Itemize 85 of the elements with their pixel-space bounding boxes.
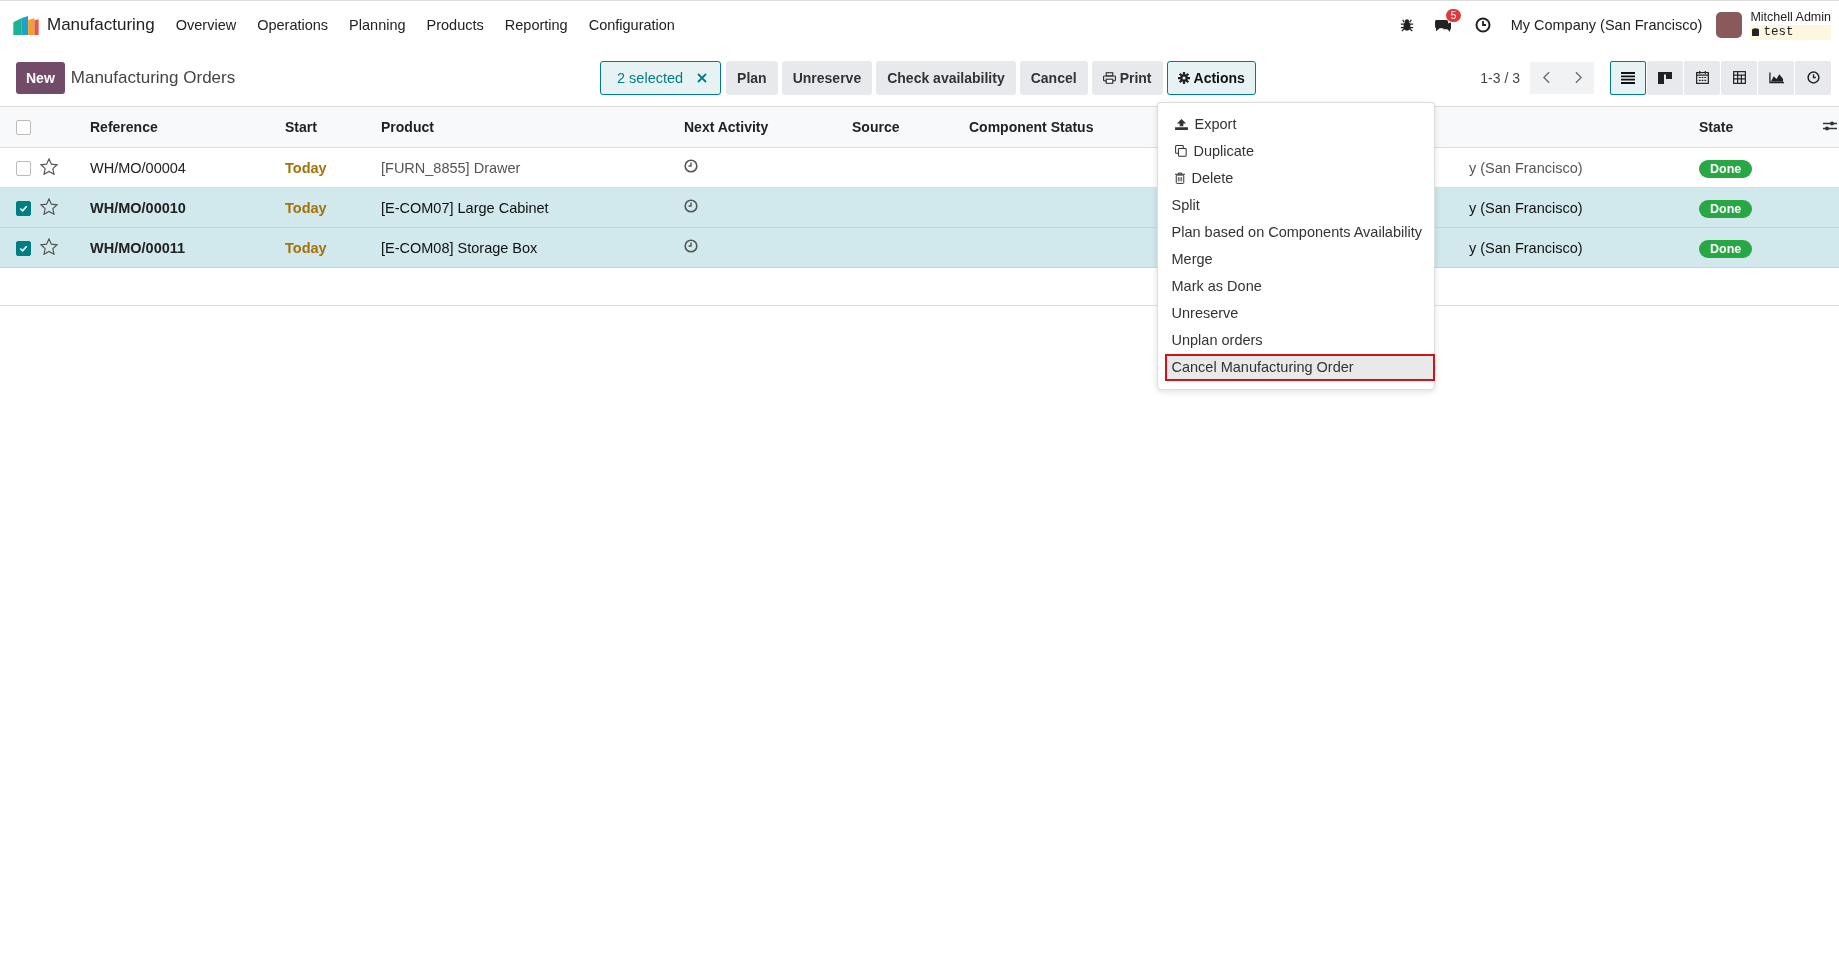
app-logo-icon[interactable] <box>13 15 39 35</box>
clock-icon[interactable] <box>684 159 698 173</box>
checkmark-icon <box>19 243 28 253</box>
table-cell: [E-COM07] Large Cabinet <box>381 199 549 216</box>
chevron-right-icon <box>1574 71 1582 84</box>
avatar[interactable] <box>1716 12 1743 38</box>
menu-item[interactable]: Delete <box>1157 164 1434 192</box>
column-settings-icon[interactable] <box>1823 120 1837 132</box>
table-cell: y (San Francisco) <box>1469 199 1583 216</box>
table-cell: y (San Francisco) <box>1469 239 1583 256</box>
nav-menu-item[interactable]: Planning <box>349 17 406 33</box>
menu-item[interactable]: Unplan orders <box>1157 326 1434 354</box>
status-badge: Done <box>1699 199 1753 218</box>
action-button[interactable]: Unreserve <box>781 60 873 95</box>
table-cell: [FURN_8855] Drawer <box>381 159 521 176</box>
star-icon[interactable] <box>40 157 58 175</box>
copy-icon <box>1174 145 1187 157</box>
action-button[interactable]: Check availability <box>876 60 1016 95</box>
table-cell: WH/MO/00011 <box>90 239 186 256</box>
database-icon <box>1752 28 1760 37</box>
company-switcher[interactable]: My Company (San Francisco) <box>1510 17 1703 33</box>
user-name[interactable]: Mitchell Admin <box>1750 10 1831 25</box>
pager-value[interactable]: 1-3 / 3 <box>1480 69 1520 86</box>
checkmark-icon <box>19 203 28 213</box>
menu-item[interactable]: Unreserve <box>1157 299 1434 327</box>
table-icon <box>1732 71 1746 84</box>
menu-item[interactable]: Mark as Done <box>1157 272 1434 300</box>
menu-item[interactable]: Cancel Manufacturing Order <box>1164 353 1435 381</box>
column-header[interactable]: Start <box>285 119 317 135</box>
chat-icon[interactable] <box>1433 17 1453 33</box>
clock-icon <box>1806 71 1820 84</box>
menu-item[interactable]: Export <box>1157 110 1434 138</box>
view-switch-button[interactable] <box>1610 60 1646 95</box>
row-checkbox[interactable] <box>16 240 31 256</box>
selection-count: 2 selected <box>617 69 684 86</box>
notification-badge: 5 <box>1445 8 1462 22</box>
new-button[interactable]: New <box>16 61 65 94</box>
printer-icon <box>1102 71 1116 84</box>
row-checkbox[interactable] <box>16 200 31 216</box>
menu-item[interactable]: Plan based on Components Availability <box>1157 218 1434 246</box>
table-cell: Today <box>285 159 327 176</box>
chevron-left-icon <box>1542 71 1550 84</box>
column-header[interactable]: Reference <box>90 119 158 135</box>
nav-menu-item[interactable]: Products <box>426 17 484 33</box>
area-chart-icon <box>1768 71 1784 84</box>
column-header[interactable]: Component Status <box>969 119 1094 135</box>
app-name[interactable]: Manufacturing <box>47 15 155 35</box>
gear-icon <box>1177 71 1190 84</box>
trash-icon <box>1174 172 1185 184</box>
column-header[interactable]: Source <box>852 119 900 135</box>
nav-menu-item[interactable]: Operations <box>257 17 329 33</box>
column-header[interactable]: State <box>1699 119 1734 135</box>
table-cell: Today <box>285 239 327 256</box>
menu-item[interactable]: Duplicate <box>1157 137 1434 165</box>
calendar-icon <box>1695 71 1709 84</box>
print-button[interactable]: Print <box>1091 60 1163 95</box>
nav-menu-item[interactable]: Overview <box>175 17 237 33</box>
column-header[interactable]: Product <box>381 119 434 135</box>
table-cell: WH/MO/00004 <box>90 159 186 176</box>
menu-item[interactable]: Merge <box>1157 245 1434 273</box>
status-badge: Done <box>1699 159 1753 178</box>
bug-icon[interactable] <box>1399 18 1414 32</box>
table-cell: WH/MO/00010 <box>90 199 186 216</box>
table-cell: y (San Francisco) <box>1469 159 1583 176</box>
nav-menu-item[interactable]: Configuration <box>588 17 675 33</box>
table-cell: Today <box>285 199 327 216</box>
clock-icon[interactable] <box>1474 17 1491 33</box>
row-checkbox[interactable] <box>16 160 31 176</box>
table-cell: [E-COM08] Storage Box <box>381 239 538 256</box>
close-icon[interactable] <box>697 72 708 83</box>
database-name: test <box>1763 25 1794 40</box>
select-all-checkbox[interactable] <box>16 120 31 136</box>
upload-icon <box>1174 118 1188 130</box>
actions-button[interactable]: Actions <box>1166 60 1256 95</box>
star-icon[interactable] <box>40 237 58 255</box>
selection-badge[interactable]: 2 selected <box>600 60 722 95</box>
star-icon[interactable] <box>40 197 58 215</box>
nav-menu-item[interactable]: Reporting <box>504 17 568 33</box>
page-title: Manufacturing Orders <box>70 67 236 88</box>
action-button[interactable]: Plan <box>726 60 778 95</box>
status-badge: Done <box>1699 239 1753 258</box>
kanban-icon <box>1658 71 1672 84</box>
column-header[interactable]: Next Activity <box>684 119 769 135</box>
action-button[interactable]: Cancel <box>1019 60 1088 95</box>
list-icon <box>1621 71 1635 84</box>
